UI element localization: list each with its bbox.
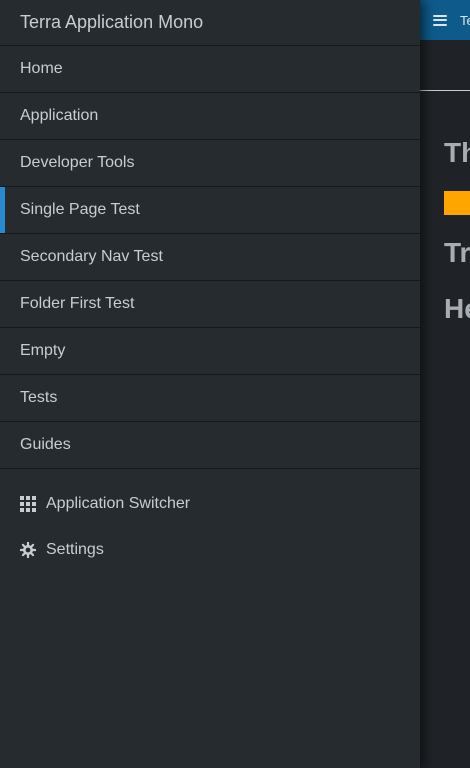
gear-icon bbox=[20, 542, 36, 558]
utility-item-label: Application Switcher bbox=[46, 495, 191, 512]
grid-icon bbox=[20, 496, 36, 512]
drawer-title: Terra Application Mono bbox=[0, 0, 420, 46]
nav-item-label: Developer Tools bbox=[20, 154, 135, 171]
section-heading: Try bbox=[444, 237, 470, 268]
status-badge bbox=[444, 191, 470, 215]
nav-item-label: Single Page Test bbox=[20, 201, 140, 218]
section-heading: Hello bbox=[444, 293, 470, 324]
nav-item-label: Secondary Nav Test bbox=[20, 248, 163, 265]
page-heading: The bbox=[444, 137, 470, 168]
nav-item-label: Application bbox=[20, 107, 99, 124]
nav-item-empty[interactable]: Empty bbox=[0, 328, 420, 375]
navigation-drawer: Terra Application Mono Home Application … bbox=[0, 0, 420, 768]
secondary-nav-bar bbox=[420, 40, 470, 91]
app-header: Terra Application Mono bbox=[420, 0, 470, 40]
app-header-title: Terra Application Mono bbox=[460, 12, 470, 28]
nav-item-secondary-nav-test[interactable]: Secondary Nav Test bbox=[0, 234, 420, 281]
app-root: Terra Application Mono The Try Hello Ter… bbox=[0, 0, 470, 768]
hamburger-menu-icon[interactable] bbox=[433, 14, 447, 26]
nav-item-label: Folder First Test bbox=[20, 295, 135, 312]
nav-item-single-page-test[interactable]: Single Page Test bbox=[0, 187, 420, 234]
settings-button[interactable]: Settings bbox=[0, 527, 420, 573]
page-content: The Try Hello bbox=[420, 91, 470, 325]
nav-item-home[interactable]: Home bbox=[0, 46, 420, 93]
nav-item-guides[interactable]: Guides bbox=[0, 422, 420, 469]
nav-item-label: Guides bbox=[20, 436, 71, 453]
primary-nav-list: Home Application Developer Tools Single … bbox=[0, 46, 420, 469]
utility-item-label: Settings bbox=[46, 541, 104, 558]
nav-item-tests[interactable]: Tests bbox=[0, 375, 420, 422]
nav-item-developer-tools[interactable]: Developer Tools bbox=[0, 140, 420, 187]
nav-item-label: Tests bbox=[20, 389, 58, 406]
application-switcher-button[interactable]: Application Switcher bbox=[0, 481, 420, 527]
nav-item-label: Empty bbox=[20, 342, 66, 359]
nav-item-application[interactable]: Application bbox=[0, 93, 420, 140]
utility-list: Application Switcher Settings bbox=[0, 469, 420, 573]
nav-item-folder-first-test[interactable]: Folder First Test bbox=[0, 281, 420, 328]
background-page: Terra Application Mono The Try Hello bbox=[420, 0, 470, 768]
nav-item-label: Home bbox=[20, 60, 63, 77]
